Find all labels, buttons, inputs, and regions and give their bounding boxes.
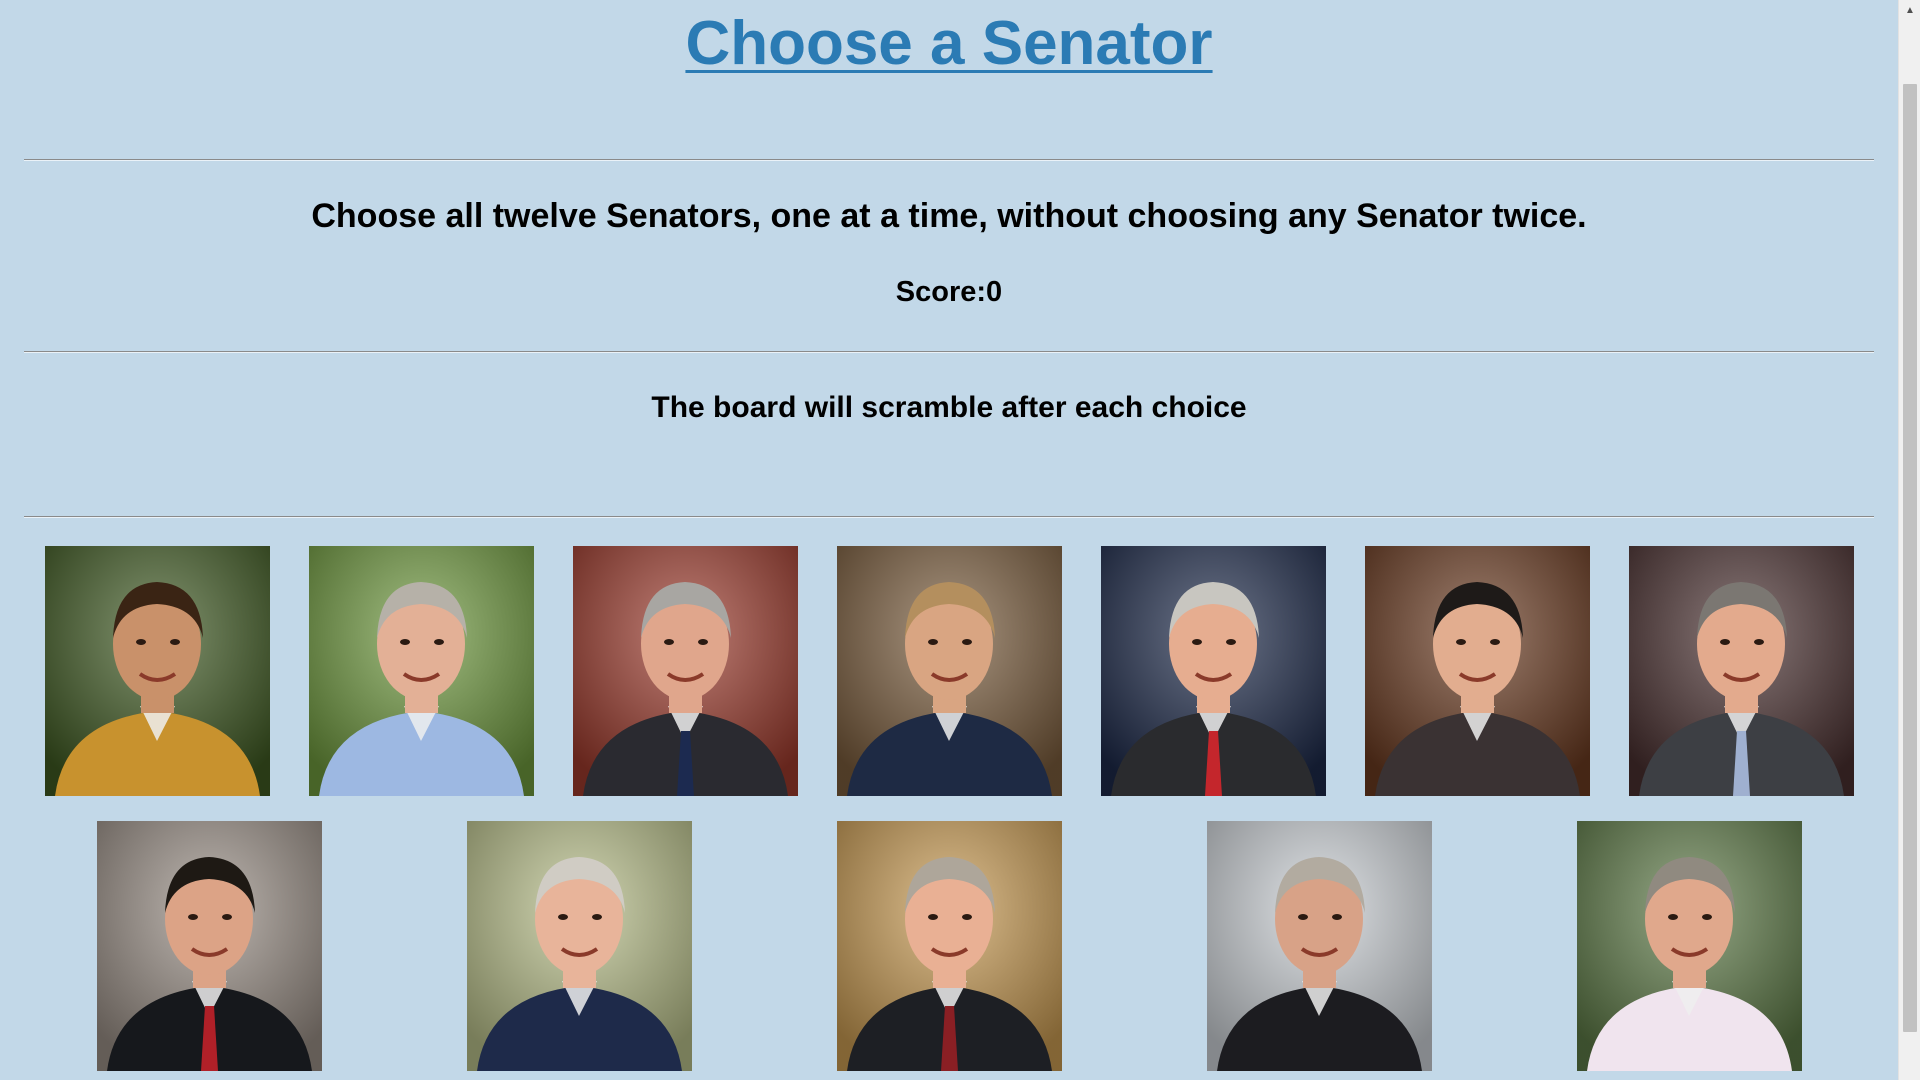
divider — [24, 516, 1874, 518]
senator-photo[interactable] — [837, 546, 1062, 796]
scroll-up-arrow-icon[interactable]: ▲ — [1899, 0, 1920, 20]
scramble-note: The board will scramble after each choic… — [651, 391, 1247, 424]
senator-photo[interactable] — [1577, 821, 1802, 1071]
score-display: Score:0 — [895, 276, 1003, 308]
senator-photo[interactable] — [467, 821, 692, 1071]
senator-photo[interactable] — [1365, 546, 1590, 796]
senator-photo[interactable] — [309, 546, 534, 796]
senator-photo[interactable] — [1101, 546, 1326, 796]
vertical-scrollbar[interactable]: ▲ — [1898, 0, 1920, 1080]
scroll-thumb[interactable] — [1903, 84, 1917, 1032]
page: Choose a Senator Choose all twelve Senat… — [0, 0, 1898, 1080]
senator-photo[interactable] — [1207, 821, 1432, 1071]
divider — [24, 159, 1874, 161]
divider — [24, 351, 1874, 353]
senator-photo[interactable] — [97, 821, 322, 1071]
title-link[interactable]: Choose a Senator — [685, 9, 1212, 78]
senator-photo[interactable] — [1629, 546, 1854, 796]
senator-photo[interactable] — [573, 546, 798, 796]
senator-photo[interactable] — [45, 546, 270, 796]
senator-photo[interactable] — [837, 821, 1062, 1071]
page-title: Choose a Senator — [0, 8, 1898, 79]
instructions-text: Choose all twelve Senators, one at a tim… — [311, 197, 1587, 235]
